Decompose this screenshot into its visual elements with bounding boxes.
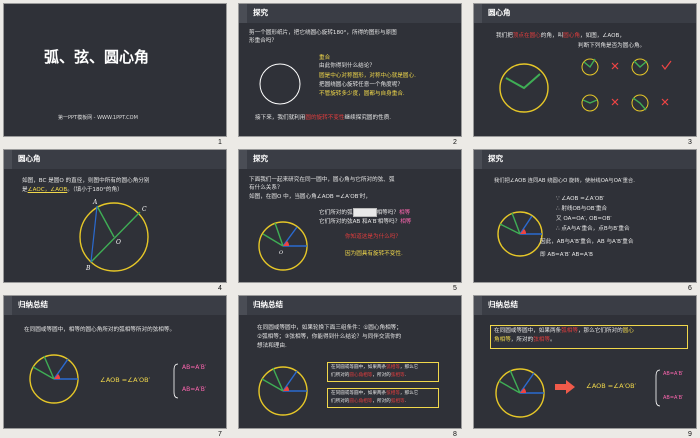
slide-footer: 第一PPT模板网 - WWW.1PPT.COM bbox=[58, 115, 138, 121]
svg-text:B: B bbox=[85, 265, 91, 272]
angle-equation: ∠AOB =∠A′OB′ bbox=[586, 382, 637, 390]
circle-diagram bbox=[495, 368, 661, 418]
chord-equal: AB=A′B′ bbox=[663, 395, 684, 401]
proof-line-5: 因此，AB与A′B′重合，AB 与A′B′重合 bbox=[540, 239, 634, 245]
q4-text-b: 相等吗？ bbox=[376, 210, 399, 216]
conclusion-text: 圆是中心对称图形，对称中心就是圆心. bbox=[319, 73, 416, 79]
reason-text: 因为圆具有旋转不变性. bbox=[345, 251, 403, 257]
b2-text-b: 弦相等 bbox=[386, 391, 400, 396]
slide-thumbnail-6[interactable]: 探究 我们把∠AOB 连同AB 绕圆心O 旋转，使射线OA与OA′重合. ∵ ∠… bbox=[473, 149, 697, 283]
slide-number: 6 bbox=[688, 285, 692, 292]
slide-thumbnail-8[interactable]: 归纳总结 在同圆或等圆中，如果轮换下面三组条件：①圆心角相等； ②弧相等；③弦相… bbox=[238, 295, 462, 429]
conclusion-box-1: 在同圆或等圆中，如果两条弧相等，那么它 们所对的圆心角相等，所对的弦相等. bbox=[327, 362, 439, 382]
b1-text-h: . bbox=[404, 373, 407, 378]
q5-text: 它们所对的弦AB 和A′B′相等吗？ bbox=[319, 219, 401, 225]
svg-text:A: A bbox=[92, 199, 98, 206]
b2-text-c: ，那么它 bbox=[399, 391, 419, 396]
box2-line1: 在同圆或等圆中，如果两条弦相等，那么它 bbox=[331, 390, 418, 397]
circle-diagram bbox=[29, 354, 179, 404]
b1-text-c: ，那么它 bbox=[399, 365, 419, 370]
question-line-2: 它们所对的弦AB 和A′B′相等吗？相等 bbox=[319, 218, 411, 226]
box1-line2: 们所对的圆心角相等，所对的弦相等. bbox=[331, 372, 406, 379]
slide-number: 1 bbox=[218, 139, 222, 146]
central-angle-diagram bbox=[499, 58, 672, 113]
proof-line-2: ∴ 射线OB与OB′重合 bbox=[556, 206, 608, 212]
prompt-text: 由此你得到什么结论？ bbox=[319, 63, 375, 69]
slide-thumbnail-7[interactable]: 归纳总结 在同圆或等圆中，相等的圆心角所对的弧相等所对的弦相等。 ∠AOB =∠… bbox=[3, 295, 227, 429]
proof-line-3: 又 OA=OA′, OB=OB′ bbox=[556, 216, 612, 222]
b2-text-d: 们所对的 bbox=[331, 399, 350, 404]
bottom-line: 接下来，我们就利用圆的旋转不变性继续探究圆的性质. bbox=[255, 114, 391, 122]
conclusion-box-2: 在同圆或等圆中，如果两条弦相等，那么它 们所对的圆心角相等，所对的弧相等. bbox=[327, 388, 439, 408]
slide-number: 7 bbox=[218, 431, 222, 438]
q4-text: 它们所对的弧 bbox=[319, 210, 353, 216]
answer-equal: 相等 bbox=[398, 210, 411, 216]
bottom-text-red: 圆的旋转不变性 bbox=[305, 115, 345, 121]
svg-text:O: O bbox=[116, 239, 121, 246]
proof-line-1: ∵ ∠AOB =∠A′OB′ bbox=[556, 196, 605, 202]
slide-thumbnail-1[interactable]: 弧、弦、圆心角 第一PPT模板网 - WWW.1PPT.COM bbox=[3, 3, 227, 137]
slide-number: 8 bbox=[453, 431, 457, 438]
proof-line-6: 即 AB=A′B′ AB=A′B bbox=[540, 252, 593, 258]
slide-thumbnail-3[interactable]: 圆心角 我们把顶点在圆心的角，叫圆心角，如图，∠AOB， 判断下列角是否为圆心角… bbox=[473, 3, 697, 137]
bottom-text-2: 继续探究圆的性质. bbox=[344, 115, 392, 121]
slide-number: 4 bbox=[218, 285, 222, 292]
question-line-1: 它们所对的弧 相等吗？相等 bbox=[319, 208, 410, 217]
conclusion-text-2: 不管旋转多少度，圆都与自身重合. bbox=[319, 91, 405, 97]
why-text: 你知道这是为什么吗？ bbox=[345, 234, 401, 240]
slide-number: 2 bbox=[453, 139, 457, 146]
slide-thumbnail-4[interactable]: 圆心角 如图，BC 是圆O 的直径，则图中所有的圆心角分别 是∠AOC，∠AOB… bbox=[3, 149, 227, 283]
b1-text-a: 在同圆或等圆中，如果两条 bbox=[331, 365, 387, 370]
slide-thumbnail-5[interactable]: 探究 下面我们一起来研究在同一圆中，圆心角与它所对的弦、弧 有什么关系？ 如图，… bbox=[238, 149, 462, 283]
b1-text-f: ，所对的 bbox=[372, 373, 391, 378]
b2-text-a: 在同圆或等圆中，如果两条 bbox=[331, 391, 387, 396]
b2-text-g: 弧相等 bbox=[390, 399, 405, 404]
svg-text:O: O bbox=[279, 250, 283, 256]
b2-text-h: . bbox=[404, 399, 407, 404]
chord-equal: AB=A′B′ bbox=[182, 386, 207, 393]
answer-text: 重合 bbox=[319, 55, 331, 61]
prompt-text-2: 把圆绕圆心旋转任意一个角度呢？ bbox=[319, 82, 403, 88]
b1-text-d: 们所对的 bbox=[331, 373, 350, 378]
b1-text-b: 弧相等 bbox=[386, 365, 400, 370]
slide-thumbnail-9[interactable]: 归纳总结 在同圆或等圆中，如果两条弧相等，那么它们所对的圆心 角相等，所对的弦相… bbox=[473, 295, 697, 429]
arc-equal: AB=A′B′ bbox=[182, 364, 207, 371]
svg-text:C: C bbox=[142, 206, 147, 213]
answer-equal-2: 相等 bbox=[400, 219, 412, 225]
slide-number: 3 bbox=[688, 139, 692, 146]
bottom-text-1: 接下来，我们就利用 bbox=[255, 115, 306, 121]
box2-line2: 们所对的圆心角相等，所对的弧相等. bbox=[331, 398, 406, 405]
slide-number: 9 bbox=[688, 431, 692, 438]
proof-line-4: ∴ 点A与A′重合，点B与B′重合 bbox=[556, 226, 630, 232]
angle-equation: ∠AOB =∠A′OB′ bbox=[100, 376, 151, 384]
b1-text-e: 圆心角相等 bbox=[349, 373, 373, 378]
slide-thumbnail-2[interactable]: 探究 剪一个圆形纸片，把它绕圆心旋转180°，所得的图形与原图 形重合吗？ 重合… bbox=[238, 3, 462, 137]
b1-text-g: 弦相等 bbox=[390, 373, 405, 378]
circle-diagram: O C A B bbox=[79, 199, 149, 272]
arc-equal: AB=A′B′ bbox=[663, 371, 684, 377]
slide-number: 5 bbox=[453, 285, 457, 292]
b2-text-f: ，所对的 bbox=[372, 399, 391, 404]
slide-title: 弧、弦、圆心角 bbox=[44, 48, 150, 66]
box1-line1: 在同圆或等圆中，如果两条弧相等，那么它 bbox=[331, 364, 418, 371]
b2-text-e: 圆心角相等 bbox=[349, 399, 373, 404]
